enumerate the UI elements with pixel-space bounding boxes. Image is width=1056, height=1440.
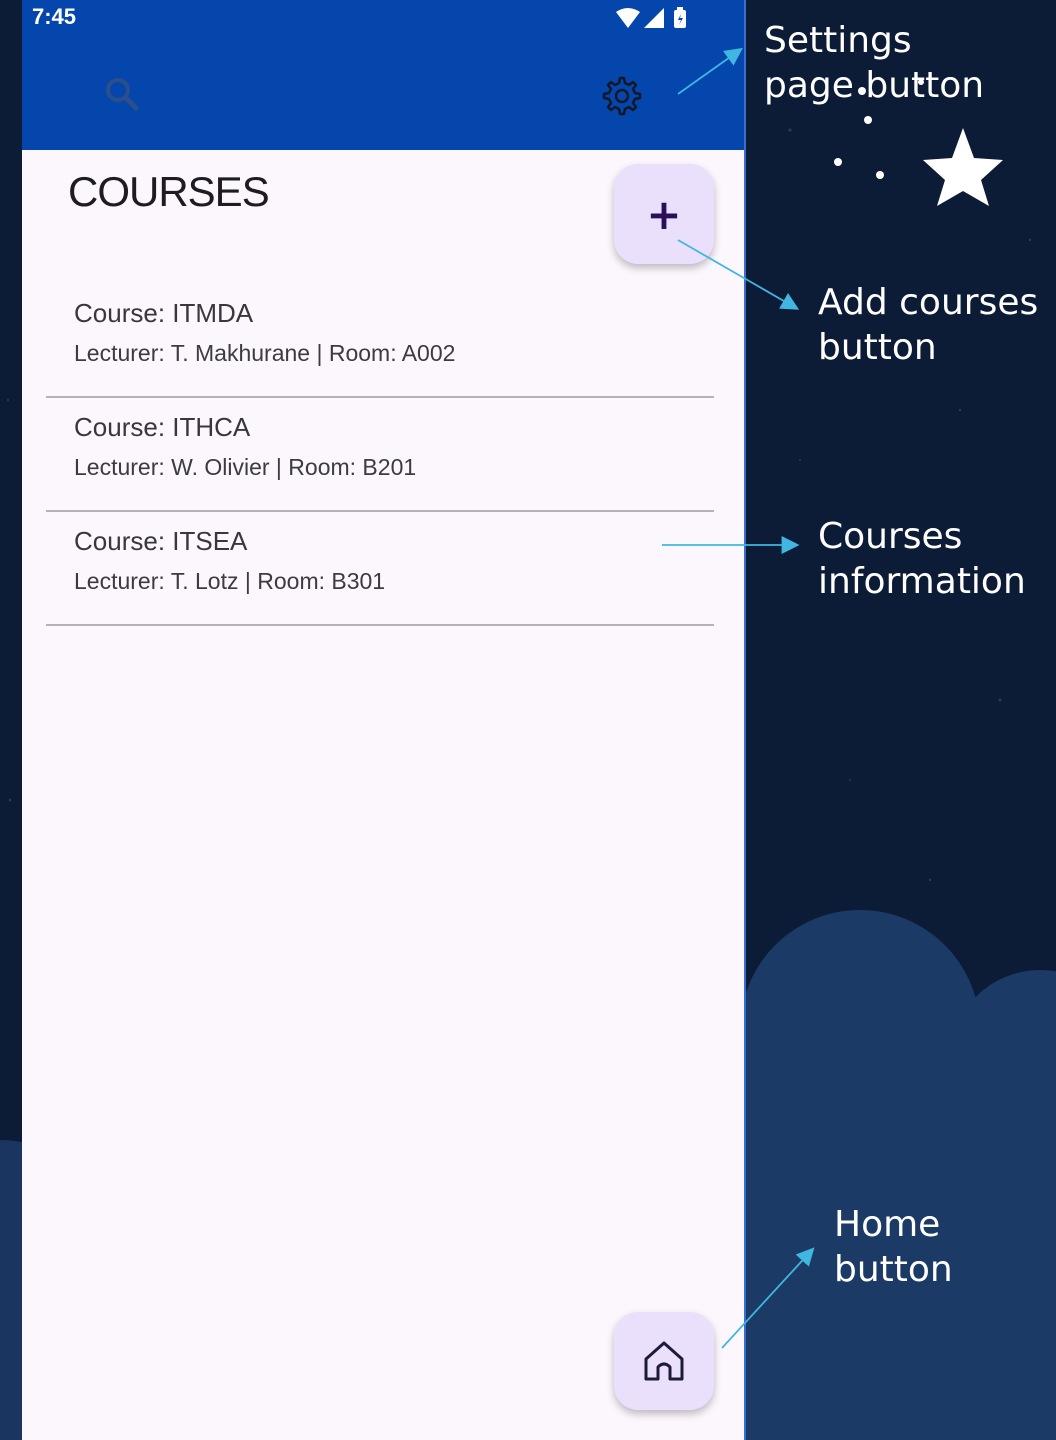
home-button[interactable] [614, 1312, 714, 1410]
course-detail: Lecturer: W. Olivier | Room: B201 [74, 454, 417, 480]
annotation-line: button [818, 327, 937, 368]
annotation-settings: Settings page button [764, 18, 984, 108]
add-icon: + [646, 189, 682, 239]
signal-icon [644, 8, 664, 28]
annotation-courses-info: Courses information [818, 514, 1026, 604]
battery-icon [674, 7, 686, 28]
course-list-item[interactable]: Course: ITMDA Lecturer: T. Makhurane | R… [46, 282, 714, 398]
annotation-line: Courses [818, 516, 963, 557]
phone-screen: 7:45 COURSES + Course: ITMDA Lecturer: T… [22, 0, 746, 1440]
annotation-line: Home [834, 1204, 941, 1245]
top-app-bar: 7:45 [22, 0, 744, 150]
course-detail: Lecturer: T. Makhurane | Room: A002 [74, 340, 456, 366]
annotation-line: Settings [764, 20, 912, 61]
home-icon [644, 1341, 684, 1381]
search-button[interactable] [102, 74, 142, 114]
wifi-icon [616, 8, 640, 28]
course-name: Course: ITHCA [74, 412, 251, 442]
course-name: Course: ITMDA [74, 298, 254, 328]
course-name: Course: ITSEA [74, 526, 248, 556]
annotation-line: Add courses [818, 282, 1039, 323]
annotation-line: page button [764, 65, 985, 106]
course-detail: Lecturer: T. Lotz | Room: B301 [74, 568, 386, 594]
course-list-item[interactable]: Course: ITSEA Lecturer: T. Lotz | Room: … [46, 510, 714, 626]
annotation-add-courses: Add courses button [818, 280, 1038, 370]
search-icon [106, 78, 139, 111]
annotation-home: Home button [834, 1202, 953, 1292]
annotation-line: button [834, 1249, 953, 1290]
status-icons [614, 6, 698, 36]
course-list-item[interactable]: Course: ITHCA Lecturer: W. Olivier | Roo… [46, 396, 714, 512]
add-course-button[interactable]: + [614, 164, 714, 264]
status-time: 7:45 [32, 4, 77, 29]
page-title: COURSES [68, 168, 270, 215]
settings-button[interactable] [596, 72, 644, 120]
settings-gear-icon [602, 76, 642, 116]
annotation-line: information [818, 561, 1026, 602]
